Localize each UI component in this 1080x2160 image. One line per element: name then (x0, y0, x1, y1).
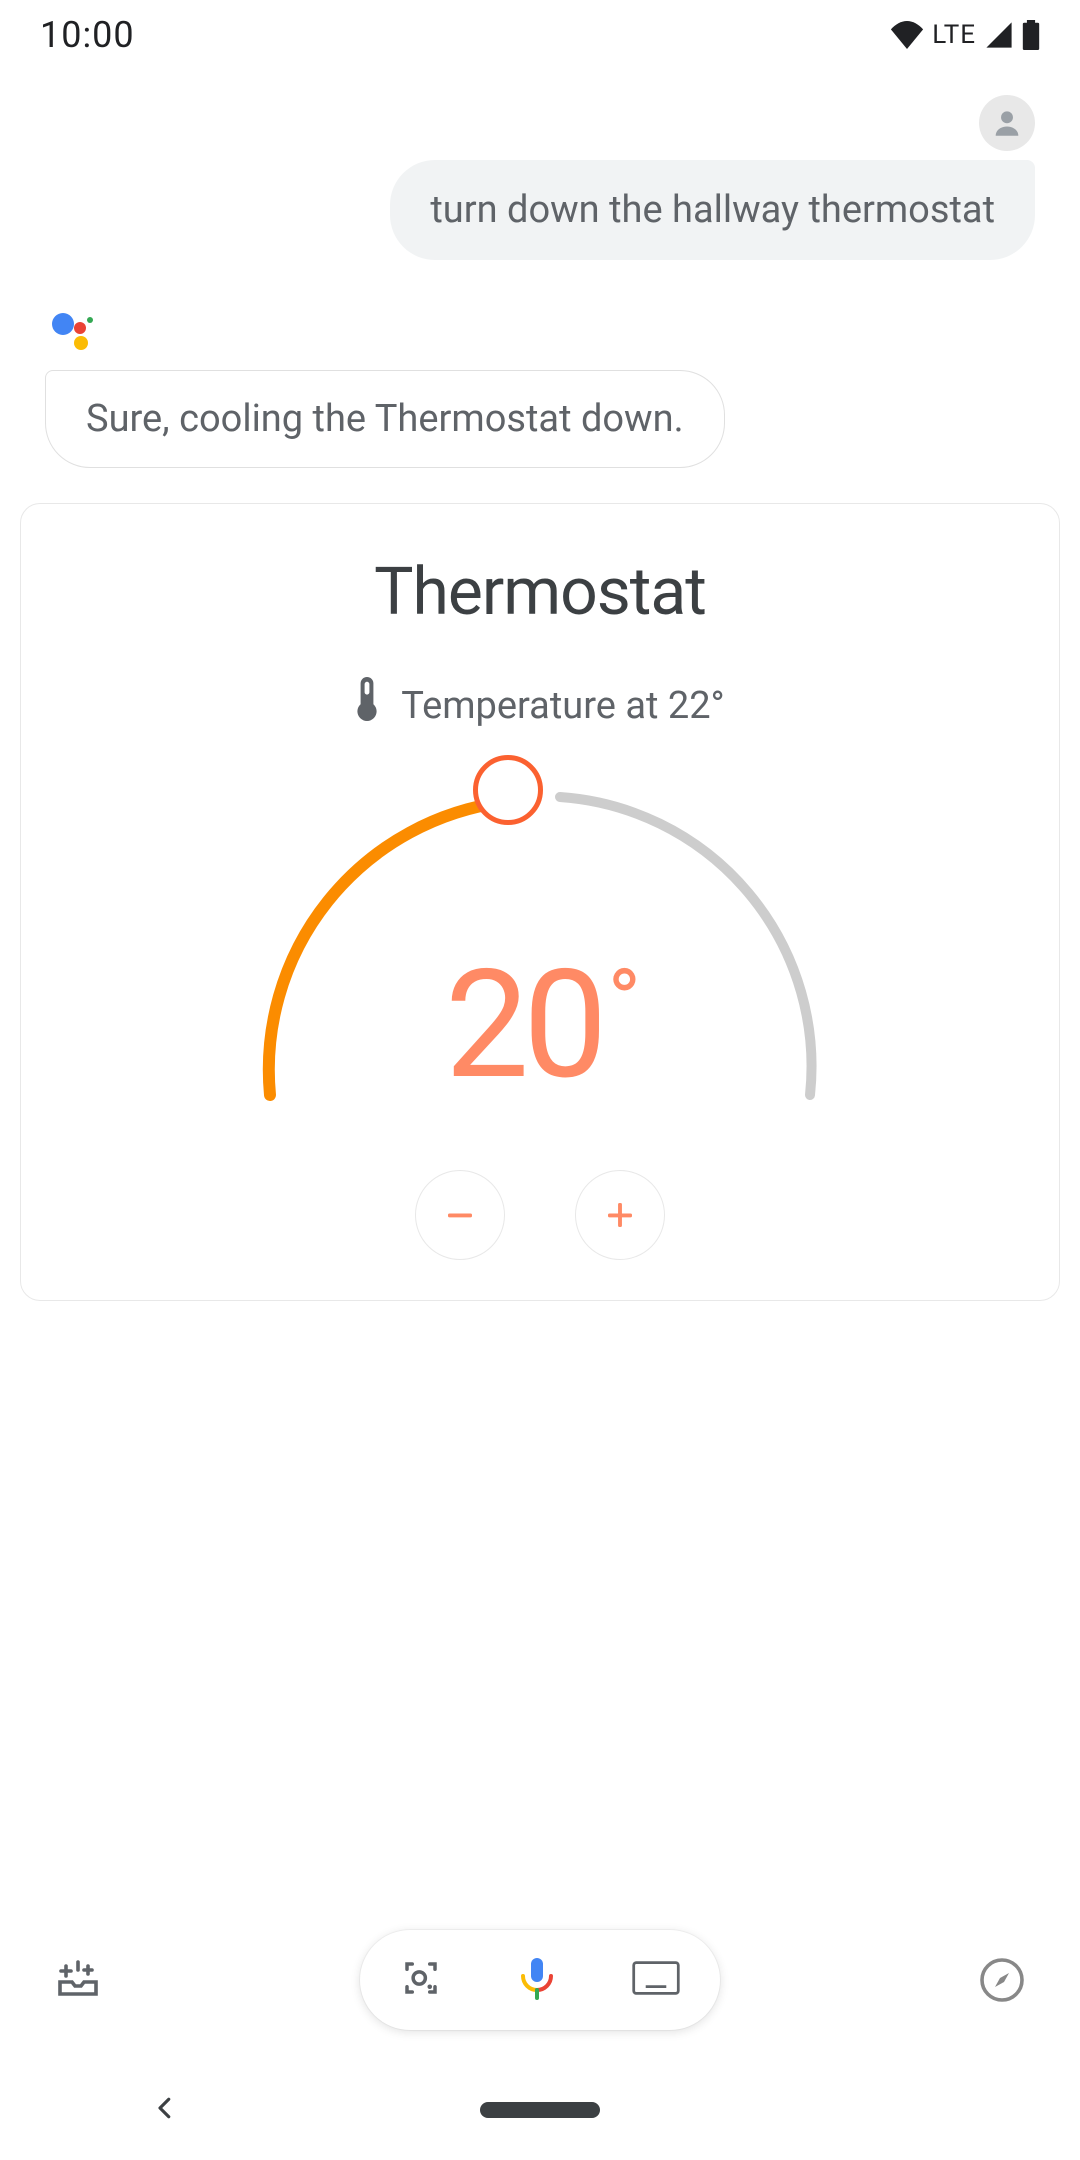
conversation-area: turn down the hallway thermostat Sure, c… (0, 70, 1080, 1301)
microphone-button[interactable] (513, 1954, 561, 2006)
minus-icon (442, 1197, 478, 1233)
status-bar: 10:00 LTE (0, 0, 1080, 70)
bottom-action-area (0, 1772, 1080, 2160)
keyboard-button[interactable] (632, 1960, 680, 2000)
thermostat-dial[interactable] (230, 755, 850, 1125)
back-button[interactable] (150, 2093, 180, 2127)
cellular-icon (984, 21, 1014, 49)
battery-icon (1022, 20, 1040, 50)
degree-symbol: ° (607, 950, 635, 1055)
user-message-row: turn down the hallway thermostat (0, 70, 1080, 260)
mic-icon (513, 1954, 561, 2002)
assistant-message-bubble: Sure, cooling the Thermostat down. (45, 370, 725, 468)
wifi-icon (890, 21, 924, 49)
increase-button[interactable] (575, 1170, 665, 1260)
keyboard-icon (632, 1960, 680, 1996)
user-message-bubble: turn down the hallway thermostat (390, 160, 1035, 260)
thermostat-status-row: Temperature at 22° (51, 677, 1029, 735)
chevron-left-icon (150, 2093, 180, 2123)
plus-icon (602, 1197, 638, 1233)
compass-icon (978, 1956, 1026, 2004)
fade-overlay (0, 1772, 1080, 1812)
inbox-sparkle-icon (54, 1956, 102, 2004)
assistant-logo-icon (52, 310, 96, 354)
system-nav-bar (0, 2060, 1080, 2160)
lens-button[interactable] (400, 1957, 442, 2003)
person-icon (990, 106, 1024, 140)
input-pill (360, 1930, 720, 2030)
user-avatar[interactable] (979, 95, 1035, 151)
status-indicators: LTE (890, 20, 1040, 50)
decrease-button[interactable] (415, 1170, 505, 1260)
lens-icon (400, 1957, 442, 1999)
thermostat-card: Thermostat Temperature at 22° 20° (20, 503, 1060, 1301)
home-pill[interactable] (480, 2102, 600, 2118)
explore-button[interactable] (974, 1952, 1030, 2008)
thermostat-title: Thermostat (51, 554, 1029, 631)
updates-button[interactable] (50, 1952, 106, 2008)
network-label: LTE (932, 20, 976, 50)
assistant-bottom-bar (0, 1900, 1080, 2060)
thermostat-status-label: Temperature at 22° (401, 684, 725, 728)
adjust-row (51, 1170, 1029, 1260)
dial-handle[interactable] (473, 755, 543, 825)
status-time: 10:00 (40, 14, 135, 56)
thermometer-icon (355, 677, 379, 735)
